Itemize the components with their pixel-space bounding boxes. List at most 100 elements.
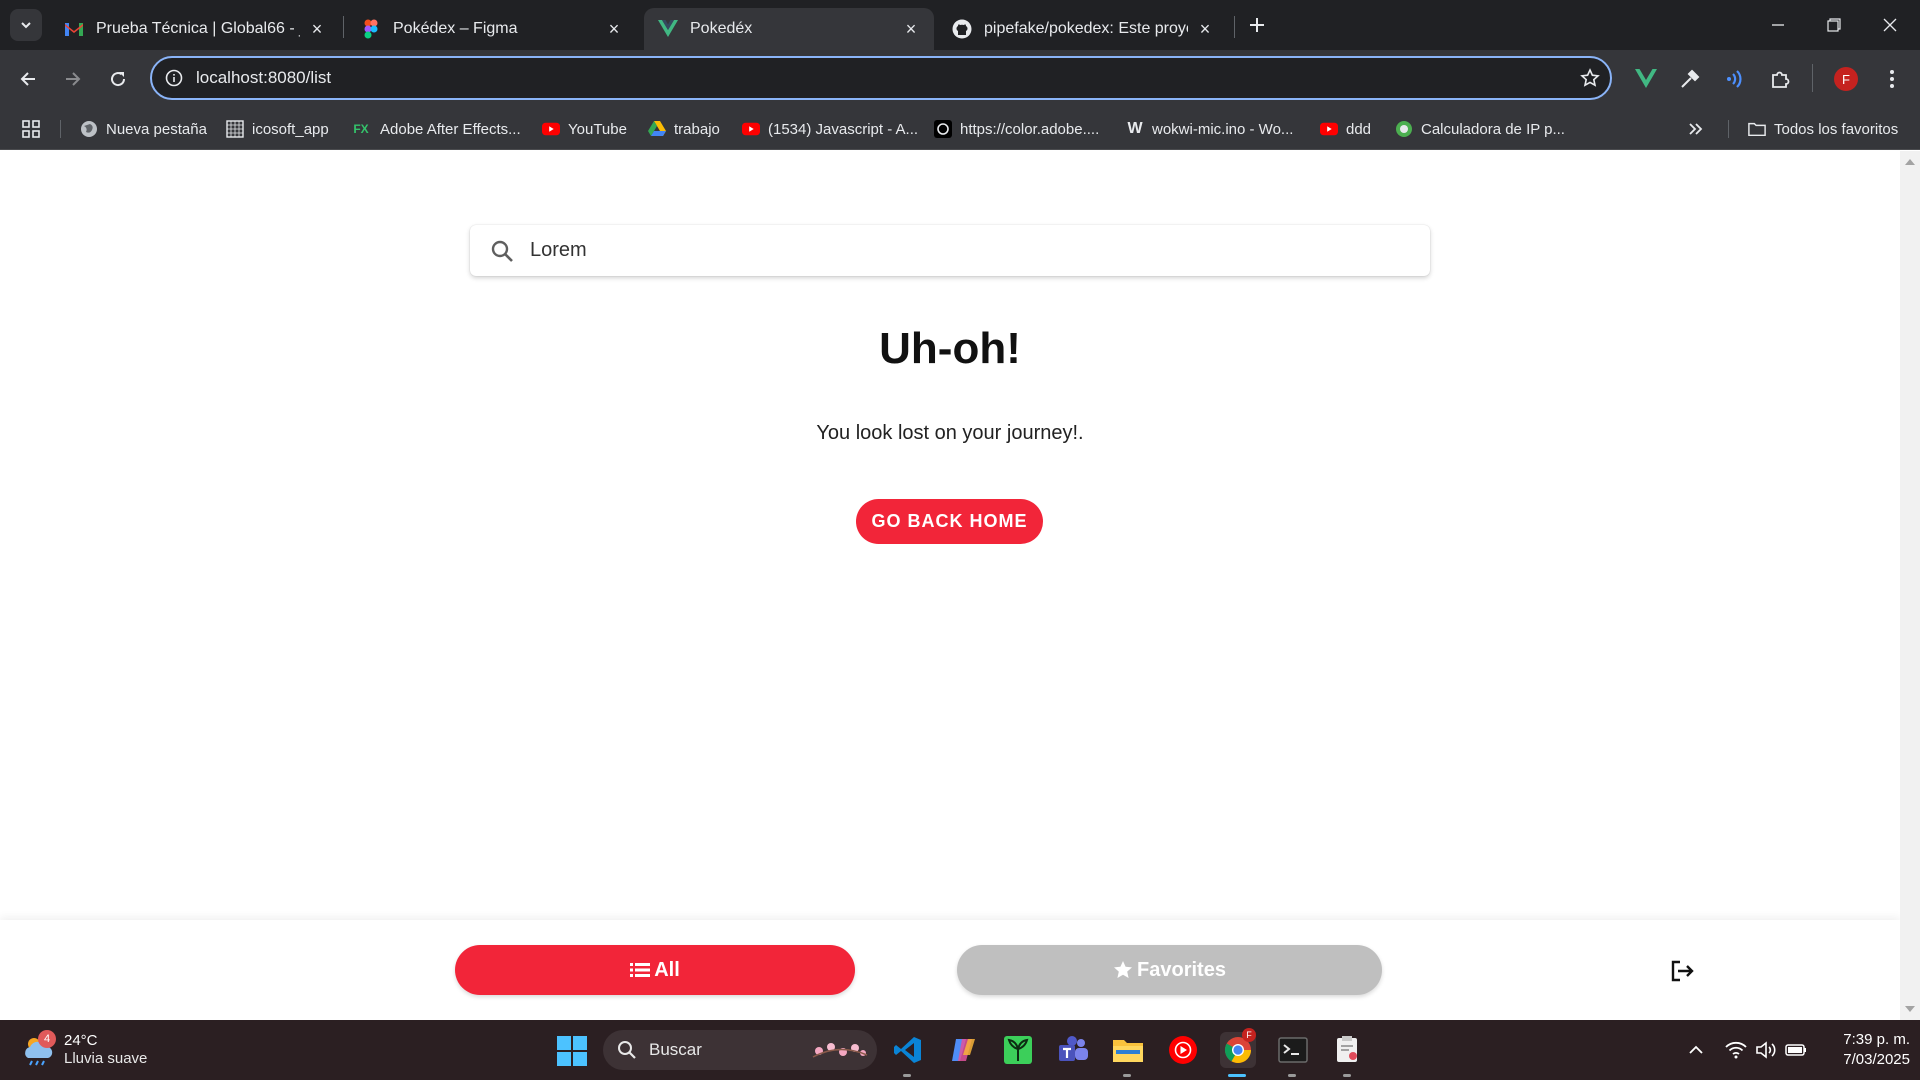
folder-icon — [1748, 120, 1766, 138]
scroll-up-icon[interactable] — [1905, 159, 1915, 165]
tab-title: Prueba Técnica | Global66 - jfjim — [96, 20, 300, 37]
clock-date: 7/03/2025 — [1843, 1051, 1910, 1068]
bookmark-label: Adobe After Effects... — [380, 120, 521, 138]
page-scrollbar[interactable] — [1900, 151, 1920, 1020]
all-bookmarks-label: Todos los favoritos — [1774, 120, 1899, 138]
tab-divider — [1234, 16, 1235, 38]
taskbar-clock[interactable]: 7:39 p. m. 7/03/2025 — [1814, 1030, 1910, 1070]
chevron-double-right-icon — [1689, 123, 1703, 135]
cherry-blossom-icon — [811, 1039, 869, 1061]
toolbar-divider — [1812, 64, 1813, 92]
grid-icon — [226, 120, 244, 138]
close-icon[interactable]: × — [605, 19, 623, 39]
search-icon — [617, 1040, 637, 1060]
windows-start-button[interactable] — [556, 1035, 588, 1067]
youtube-icon — [1320, 120, 1338, 138]
site-info-icon[interactable] — [152, 69, 196, 87]
page-title: Uh-oh! — [879, 324, 1021, 373]
github-icon — [952, 19, 972, 39]
teams-taskbar-icon[interactable] — [1055, 1032, 1091, 1068]
logout-button[interactable] — [1668, 956, 1698, 986]
minimize-button[interactable] — [1750, 0, 1806, 50]
tab-pokedex[interactable]: Pokedéx × — [644, 8, 934, 50]
weather-temp: 24°C — [64, 1032, 98, 1049]
bookmark-item[interactable]: YouTube — [542, 108, 627, 150]
snipping-tool-taskbar-icon[interactable] — [1330, 1032, 1366, 1077]
copilot-taskbar-icon[interactable] — [945, 1032, 981, 1068]
chrome-profile-badge: F — [1242, 1028, 1256, 1042]
close-icon[interactable]: × — [308, 19, 326, 39]
chevron-up-icon — [1689, 1045, 1703, 1054]
go-back-home-button[interactable]: GO BACK HOME — [856, 499, 1043, 544]
wave-extension-icon[interactable] — [1718, 63, 1750, 95]
address-bar[interactable]: localhost:8080/list — [150, 56, 1612, 100]
restore-button[interactable] — [1806, 0, 1862, 50]
favorites-button[interactable]: Favorites — [957, 945, 1382, 995]
wifi-icon[interactable] — [1724, 1038, 1748, 1062]
menu-kebab-icon[interactable] — [1876, 63, 1908, 95]
search-input[interactable] — [530, 239, 1430, 262]
new-tab-button[interactable] — [1244, 12, 1270, 38]
tab-divider — [343, 16, 344, 38]
page-content: Uh-oh! You look lost on your journey!. G… — [0, 151, 1900, 1020]
browser-tab-strip: Prueba Técnica | Global66 - jfjim × Poké… — [0, 0, 1920, 50]
tab-github[interactable]: pipefake/pokedex: Este proyect × — [938, 8, 1228, 50]
youtube-icon — [542, 120, 560, 138]
bookmark-label: Nueva pestaña — [106, 120, 207, 138]
bookmark-item[interactable]: Nueva pestaña — [80, 108, 207, 150]
scroll-down-icon[interactable] — [1905, 1006, 1915, 1012]
forward-button[interactable] — [55, 61, 91, 97]
apps-grid-button[interactable] — [22, 108, 40, 150]
figma-icon — [361, 19, 381, 39]
all-button[interactable]: All — [455, 945, 855, 995]
show-hidden-icons-button[interactable] — [1684, 1038, 1708, 1062]
tab-gmail[interactable]: Prueba Técnica | Global66 - jfjim × — [50, 8, 340, 50]
profile-avatar[interactable]: F — [1834, 67, 1858, 91]
vue-devtools-extension-icon[interactable] — [1630, 63, 1662, 95]
bookmark-item[interactable]: trabajo — [648, 108, 720, 150]
reload-button[interactable] — [100, 61, 136, 97]
close-icon[interactable]: × — [1196, 19, 1214, 39]
apps-grid-icon — [22, 120, 40, 138]
volume-icon[interactable] — [1754, 1038, 1778, 1062]
weather-widget[interactable]: 4 24°C Lluvia suave — [20, 1028, 147, 1072]
all-bookmarks-button[interactable]: Todos los favoritos — [1748, 108, 1898, 150]
sprout-app-taskbar-icon[interactable] — [1000, 1032, 1036, 1068]
bookmark-item[interactable]: ddd — [1320, 108, 1371, 150]
bookmark-item[interactable]: https://color.adobe.... — [934, 108, 1099, 150]
more-bookmarks-button[interactable] — [1688, 108, 1704, 150]
bookmark-item[interactable]: icosoft_app — [226, 108, 329, 150]
close-window-button[interactable] — [1862, 0, 1918, 50]
close-icon — [1883, 18, 1897, 32]
bookmark-star-icon[interactable] — [1570, 68, 1610, 88]
vscode-taskbar-icon[interactable] — [890, 1032, 926, 1077]
battery-icon[interactable] — [1784, 1038, 1808, 1062]
tab-title: Pokédex – Figma — [393, 20, 518, 37]
tab-figma[interactable]: Pokédex – Figma × — [347, 8, 637, 50]
running-indicator — [1228, 1074, 1246, 1077]
chrome-taskbar-icon[interactable]: F — [1220, 1028, 1256, 1077]
file-explorer-taskbar-icon[interactable] — [1110, 1032, 1146, 1077]
youtube-icon — [742, 120, 760, 138]
close-icon[interactable]: × — [902, 19, 920, 39]
arrow-left-icon — [20, 72, 35, 86]
arrow-right-icon — [66, 72, 81, 86]
terminal-taskbar-icon[interactable] — [1275, 1032, 1311, 1077]
bookmark-item[interactable]: FX Adobe After Effects... — [350, 108, 521, 150]
back-button[interactable] — [10, 61, 46, 97]
extensions-puzzle-icon[interactable] — [1764, 63, 1796, 95]
search-icon — [488, 237, 516, 265]
taskbar-search[interactable]: Buscar — [603, 1030, 877, 1070]
search-bar[interactable] — [470, 225, 1430, 276]
bookmark-item[interactable]: (1534) Javascript - A... — [742, 108, 918, 150]
address-text[interactable]: localhost:8080/list — [196, 68, 1570, 88]
drive-icon — [648, 120, 666, 138]
bookmark-item[interactable]: Calculadora de IP p... — [1395, 108, 1565, 150]
bookmarks-bar: Nueva pestaña icosoft_app FX Adobe After… — [0, 108, 1920, 150]
bookmark-item[interactable]: W wokwi-mic.ino - Wo... — [1126, 108, 1293, 150]
youtube-music-taskbar-icon[interactable] — [1165, 1032, 1201, 1068]
bookmark-label: icosoft_app — [252, 120, 329, 138]
logout-icon — [1671, 960, 1694, 982]
color-picker-extension-icon[interactable] — [1674, 63, 1706, 95]
tab-search-button[interactable] — [10, 9, 42, 41]
